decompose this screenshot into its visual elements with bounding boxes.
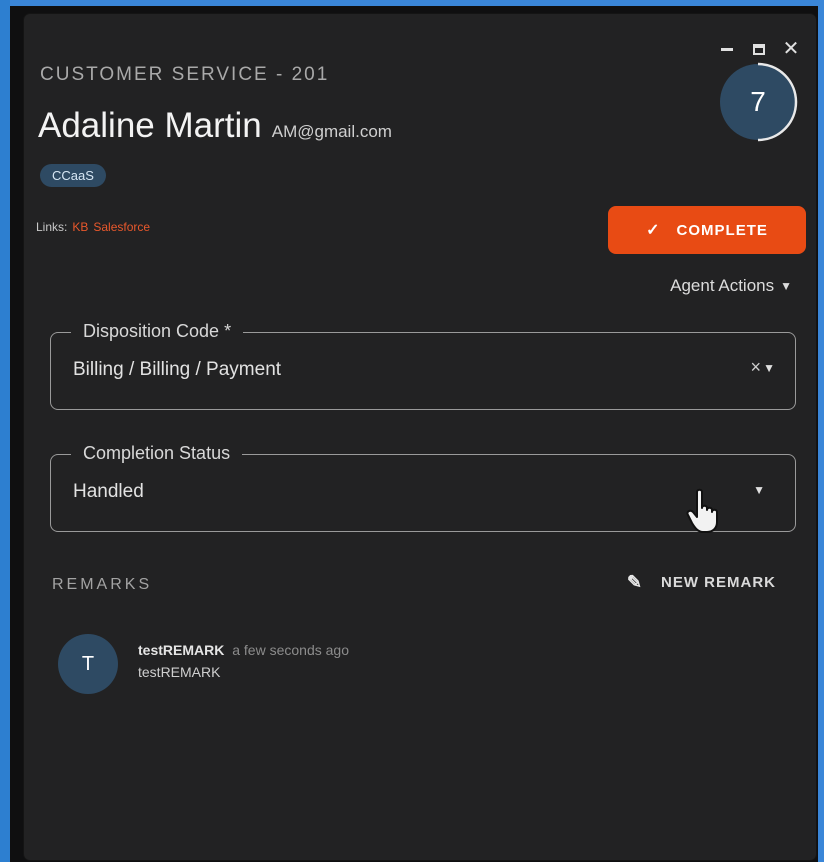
customer-name: Adaline Martin [38,106,262,145]
remark-text: testREMARK [138,664,221,680]
link-salesforce[interactable]: Salesforce [93,220,150,234]
check-icon: ✓ [646,222,661,239]
close-icon[interactable]: ✕ [780,38,802,60]
chevron-down-icon: ▼ [780,279,792,293]
remark-timestamp: a few seconds ago [232,642,349,658]
counter-value: 7 [750,86,766,117]
avatar: T [58,634,118,694]
new-remark-button[interactable]: ✎ NEW REMARK [627,572,776,593]
remarks-header: REMARKS [52,576,153,593]
links-row: Links: KB Salesforce [36,220,150,234]
hand-cursor-icon [686,488,718,533]
remark-body: testREMARK a few seconds ago testREMARK [138,634,349,694]
completion-status-select[interactable]: Completion Status Handled ▼ [50,443,796,532]
completion-status-label: Completion Status [71,443,243,464]
disposition-code-value: Billing / Billing / Payment [73,359,282,380]
minimize-icon[interactable] [716,38,738,60]
window-frame-right [818,0,824,862]
caret-down-icon[interactable]: ▼ [753,483,765,497]
pencil-icon: ✎ [626,572,643,592]
agent-actions-dropdown[interactable]: Agent Actions ▼ [670,276,792,296]
interaction-counter: 7 [718,62,798,142]
queue-title: CUSTOMER SERVICE - 201 [40,64,330,85]
disposition-code-select[interactable]: Disposition Code * Billing / Billing / P… [50,321,796,410]
complete-button-label: COMPLETE [676,221,768,239]
links-label: Links: [36,220,68,234]
window-frame-top [0,0,824,6]
remark-author: testREMARK [138,642,225,658]
complete-button[interactable]: ✓ COMPLETE [608,206,806,254]
window-controls: ✕ [716,38,802,60]
clear-icon[interactable]: × [750,357,761,378]
agent-actions-label: Agent Actions [670,276,775,295]
caret-down-icon[interactable]: ▼ [763,361,775,375]
link-kb[interactable]: KB [72,220,88,234]
customer-email: AM@gmail.com [271,122,392,141]
disposition-code-label: Disposition Code * [71,321,244,342]
customer-header: Adaline Martin AM@gmail.com [38,106,392,146]
interaction-panel: ✕ CUSTOMER SERVICE - 201 7 Adaline Marti… [24,14,816,860]
maximize-icon[interactable] [748,38,770,60]
channel-tag: CCaaS [40,164,106,187]
new-remark-label: NEW REMARK [661,574,776,591]
remark-item: T testREMARK a few seconds ago testREMAR… [58,634,349,694]
completion-status-value: Handled [73,481,144,502]
window-frame-left [0,0,10,862]
